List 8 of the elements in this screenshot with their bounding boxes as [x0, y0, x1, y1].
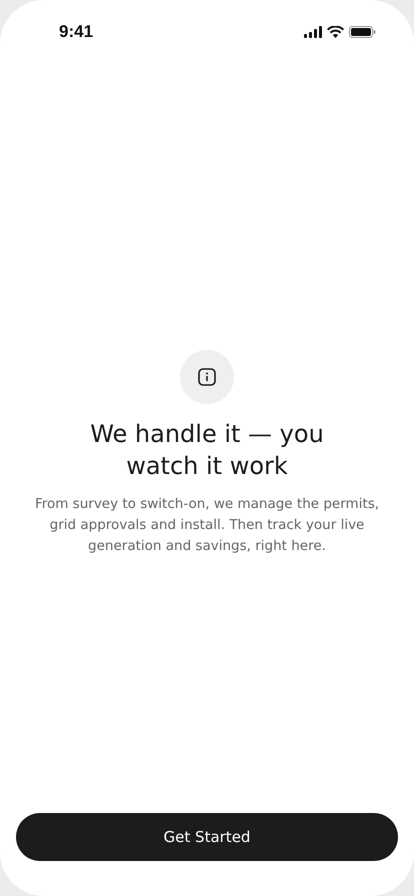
signal-icon [304, 26, 322, 38]
info-icon [198, 368, 216, 386]
onboarding-title: We handle it — you watch it work [89, 419, 325, 482]
get-started-button[interactable]: Get Started [16, 813, 398, 861]
wifi-icon [327, 26, 344, 38]
status-time: 9:41 [59, 22, 94, 42]
onboarding-description: From survey to switch-on, we manage the permits, grid approvals and install. Then track your live generation and savings, right here. [34, 495, 380, 556]
battery-icon [349, 26, 376, 38]
